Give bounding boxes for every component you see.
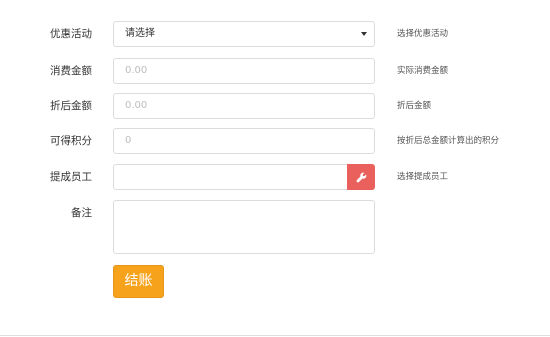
promotion-label: 优惠活动 [50,28,92,40]
discounted-help: 折后金额 [397,101,432,111]
remark-textarea[interactable] [113,200,375,254]
staff-input[interactable] [113,164,348,190]
promotion-select-value: 请选择 [125,28,155,39]
staff-help: 选择提成员工 [397,172,449,182]
staff-picker-button[interactable] [347,164,375,190]
discounted-label: 折后金额 [50,100,92,112]
points-help: 按折后总金额计算出的积分 [397,136,500,146]
divider [0,335,550,336]
promotion-help: 选择优惠活动 [397,29,449,39]
chevron-down-icon [361,32,367,36]
wrench-icon [356,172,366,182]
points-input[interactable]: 0 [113,128,375,154]
checkout-button[interactable]: 结账 [113,265,164,298]
remark-label: 备注 [71,207,92,219]
amount-input[interactable]: 0.00 [113,58,375,84]
discounted-placeholder: 0.00 [125,100,148,111]
discounted-input[interactable]: 0.00 [113,93,375,119]
points-placeholder: 0 [125,135,132,146]
promotion-select[interactable]: 请选择 [113,21,375,47]
staff-label: 提成员工 [50,171,92,183]
amount-label: 消费金额 [50,65,92,77]
points-label: 可得积分 [50,135,92,147]
amount-help: 实际消费金额 [397,66,449,76]
amount-placeholder: 0.00 [125,65,148,76]
